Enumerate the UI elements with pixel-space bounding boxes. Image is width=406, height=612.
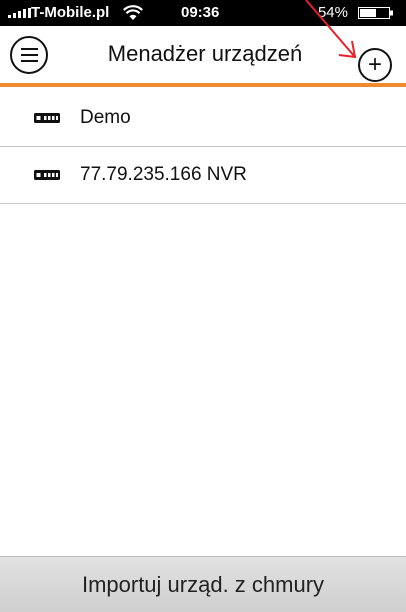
plus-icon: + xyxy=(367,51,382,78)
menu-button[interactable] xyxy=(10,36,48,74)
device-row-nvr[interactable]: 77.79.235.166 NVR xyxy=(0,147,406,204)
device-label: Demo xyxy=(80,107,131,128)
import-from-cloud-button[interactable]: Importuj urząd. z chmury xyxy=(0,556,406,612)
add-device-button[interactable]: + xyxy=(358,48,392,82)
status-bar: T-Mobile.pl 09:36 54% xyxy=(0,0,406,26)
carrier-name: T-Mobile.pl xyxy=(31,4,110,21)
recorder-icon xyxy=(34,170,60,180)
battery-icon xyxy=(358,7,393,19)
device-label: 77.79.235.166 NVR xyxy=(80,164,247,185)
wifi-icon xyxy=(123,5,143,20)
device-row-demo[interactable]: Demo xyxy=(0,90,406,147)
nav-bar: Menadżer urządzeń + xyxy=(0,26,406,87)
import-label: Importuj urząd. z chmury xyxy=(81,571,325,597)
recorder-icon xyxy=(34,113,60,123)
device-list: Demo 77.79.235.166 NVR xyxy=(0,90,406,204)
clock: 09:36 xyxy=(181,4,220,21)
page-title: Menadżer urządzeń xyxy=(107,41,303,66)
signal-icon xyxy=(8,8,31,18)
hamburger-icon xyxy=(20,48,38,50)
battery-percent: 54% xyxy=(317,4,348,21)
